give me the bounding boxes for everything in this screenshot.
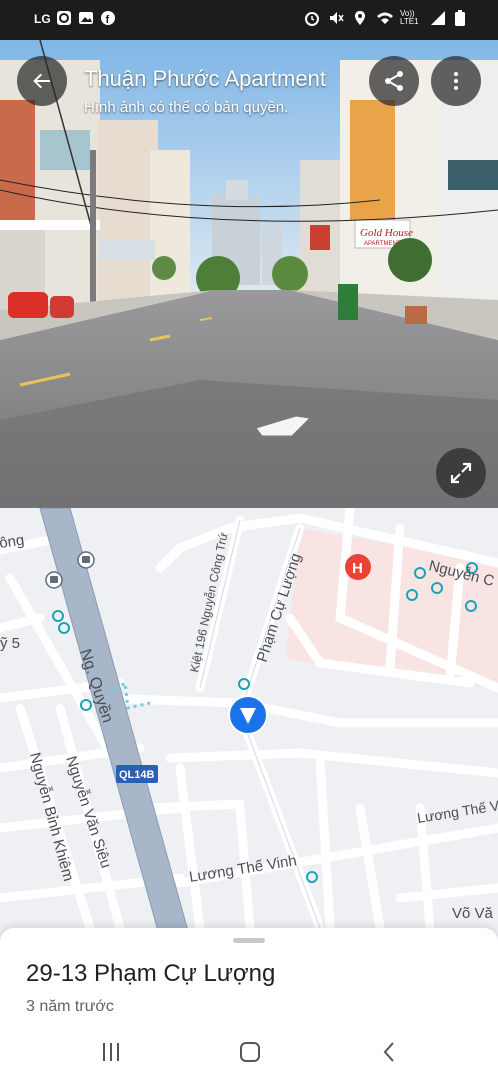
signal-icon: [430, 10, 446, 26]
arrow-left-icon: [33, 73, 50, 89]
wifi-icon: [376, 10, 393, 26]
street-label-ong: ông: [0, 532, 25, 552]
back-nav-button[interactable]: [376, 1038, 404, 1066]
share-button[interactable]: [369, 56, 419, 106]
route-badge: QL14B: [119, 769, 155, 781]
refresh-app-icon: [56, 10, 72, 26]
battery-icon: [454, 10, 470, 26]
street-label-y5: ỹ 5: [0, 635, 20, 652]
page-title: Thuận Phước Apartment: [84, 66, 326, 91]
chevron-left-icon: [383, 1042, 394, 1062]
map-view[interactable]: H QL14B Ng. Quyền Kiệt 196 Nguyễn Công T…: [0, 508, 498, 938]
recent-apps-button[interactable]: [97, 1038, 125, 1066]
expand-icon: [450, 462, 472, 484]
more-options-button[interactable]: [431, 56, 481, 106]
brand-logo-icon: LG: [34, 10, 51, 26]
alarm-icon: [304, 10, 320, 26]
expand-button[interactable]: [436, 448, 486, 498]
svg-text:f: f: [106, 14, 110, 26]
location-icon: [352, 10, 368, 26]
facebook-icon: f: [100, 10, 116, 26]
capture-date: 3 năm trước: [26, 998, 114, 1015]
svg-text:LG: LG: [34, 12, 51, 26]
shop-sign: Gold House: [360, 227, 413, 239]
hospital-marker[interactable]: H: [352, 560, 363, 577]
address-title: 29-13 Phạm Cự Lượng: [26, 960, 276, 987]
system-nav-bar: [0, 1024, 498, 1080]
volte-label: Vo)) LTE1: [400, 9, 419, 26]
copyright-notice: Hình ảnh có thể có bản quyền.: [84, 99, 289, 116]
gallery-icon: [78, 10, 94, 26]
street-label-vo-va: Võ Vă: [452, 905, 494, 922]
back-button[interactable]: [17, 56, 67, 106]
home-button[interactable]: [236, 1038, 264, 1066]
status-bar: LG f Vo)) LTE1: [0, 0, 498, 40]
more-vert-icon: [454, 72, 458, 90]
share-icon: [385, 71, 403, 91]
drag-handle[interactable]: [233, 938, 265, 943]
recent-apps-icon: [103, 1043, 119, 1061]
home-icon: [240, 1042, 260, 1062]
mute-icon: [328, 10, 344, 26]
